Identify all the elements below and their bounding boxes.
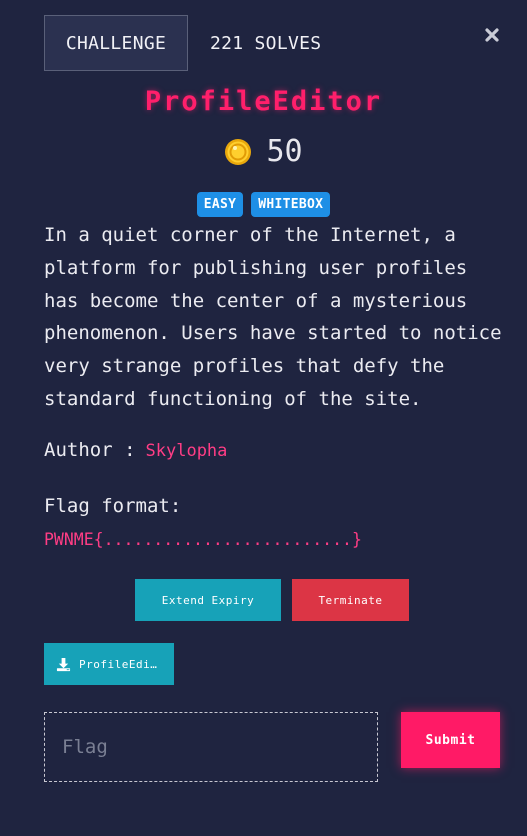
- tag-difficulty: EASY: [196, 192, 244, 217]
- flag-input[interactable]: [44, 712, 378, 782]
- challenge-tags: EASY WHITEBOX: [0, 192, 527, 217]
- author-name: Skylopha: [145, 441, 228, 461]
- author-label: Author :: [44, 439, 136, 461]
- close-button[interactable]: [480, 23, 504, 47]
- challenge-tabs: CHALLENGE 221 SOLVES: [44, 15, 343, 71]
- challenge-modal: CHALLENGE 221 SOLVES ProfileEditor 50 EA…: [0, 0, 527, 836]
- challenge-title: ProfileEditor: [144, 86, 383, 117]
- tab-challenge[interactable]: CHALLENGE: [44, 15, 188, 71]
- challenge-value: 50: [266, 134, 303, 169]
- download-file-button[interactable]: ProfileEditor.zip: [44, 643, 174, 685]
- flag-format-value: PWNME{.........................}: [44, 530, 362, 549]
- author-line: Author : Skylopha: [44, 439, 227, 461]
- coin-icon: [225, 138, 252, 165]
- download-icon: [56, 657, 71, 671]
- flag-format-label: Flag format:: [44, 495, 182, 517]
- extend-expiry-button[interactable]: Extend Expiry: [135, 579, 281, 621]
- submit-button[interactable]: Submit: [401, 712, 500, 768]
- challenge-description: In a quiet corner of the Internet, a pla…: [44, 224, 502, 410]
- tag-type: WHITEBOX: [251, 192, 331, 217]
- tab-solves[interactable]: 221 SOLVES: [188, 15, 343, 71]
- terminate-button[interactable]: Terminate: [292, 579, 409, 621]
- download-file-label: ProfileEditor.zip: [79, 657, 161, 671]
- challenge-value-row: 50: [0, 134, 527, 169]
- close-icon: [485, 28, 499, 42]
